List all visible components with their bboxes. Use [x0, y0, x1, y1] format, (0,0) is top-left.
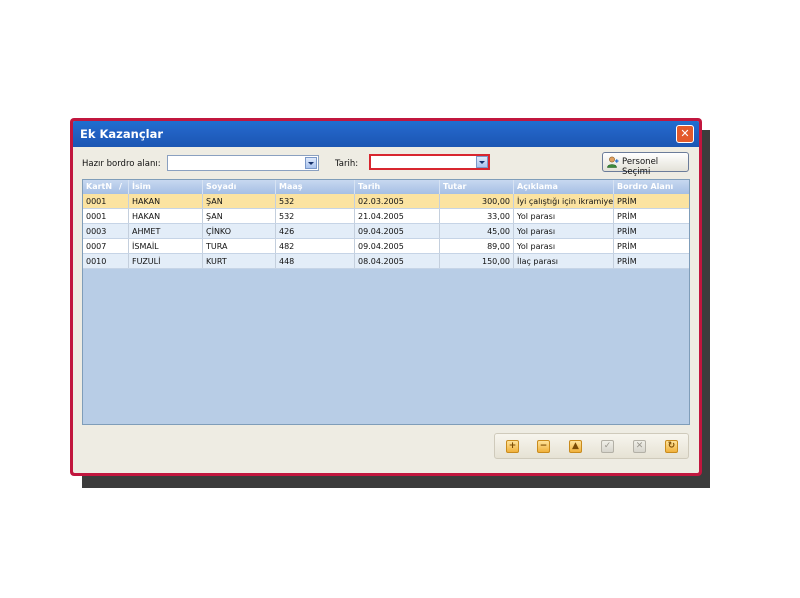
cell-maas: 482	[276, 239, 355, 253]
cell-soyadi: ŞAN	[203, 194, 276, 208]
column-header-label: KartN	[86, 182, 113, 191]
cell-tutar: 33,00	[440, 209, 514, 223]
tarih-combobox[interactable]	[369, 154, 490, 170]
cell-isim: HAKAN	[129, 209, 203, 223]
cell-aciklama: İyi çalıştığı için ikramiye	[514, 194, 614, 208]
chevron-down-icon[interactable]	[476, 156, 488, 168]
cell-soyadi: TURA	[203, 239, 276, 253]
grid-header: KartN / İsim Soyadı Maaş Tarih Tutar Açı…	[83, 180, 689, 194]
cell-maas: 532	[276, 194, 355, 208]
cell-kartn: 0010	[83, 254, 129, 268]
table-row[interactable]: 0007 İSMAİL TURA 482 09.04.2005 89,00 Yo…	[83, 239, 689, 254]
cell-bordro-alani: PRİM	[617, 242, 637, 251]
cell-kartn: 0001	[83, 209, 129, 223]
add-record-button[interactable]: +	[506, 440, 519, 453]
cell-soyadi: KURT	[203, 254, 276, 268]
column-header-tutar[interactable]: Tutar	[440, 180, 514, 194]
column-header-bordro-alani[interactable]: Bordro Alanı	[614, 180, 689, 194]
cell-tarih: 09.04.2005	[355, 239, 440, 253]
cell-aciklama: Yol parası	[514, 239, 614, 253]
cancel-record-button[interactable]: ✕	[633, 440, 646, 453]
personel-secimi-label: Personel Seçimi	[622, 157, 659, 177]
column-header-isim[interactable]: İsim	[129, 180, 203, 194]
cell-tutar: 45,00	[440, 224, 514, 238]
bordro-alani-combobox[interactable]	[167, 155, 319, 171]
cell-kartn: 0003	[83, 224, 129, 238]
column-header-kartn[interactable]: KartN /	[83, 180, 129, 194]
post-record-button[interactable]: ✓	[601, 440, 614, 453]
cell-tarih: 21.04.2005	[355, 209, 440, 223]
cell-bordro-alani: PRİM	[617, 197, 637, 206]
cell-maas: 532	[276, 209, 355, 223]
person-icon	[607, 156, 619, 168]
bordro-alani-label: Hazır bordro alanı:	[82, 159, 161, 169]
table-row[interactable]: 0003 AHMET ÇİNKO 426 09.04.2005 45,00 Yo…	[83, 224, 689, 239]
window-title: Ek Kazançlar	[80, 127, 164, 141]
edit-record-button[interactable]: ▲	[569, 440, 582, 453]
cell-kartn: 0007	[83, 239, 129, 253]
window-body: Ek Kazançlar ✕ Hazır bordro alanı: Tarih…	[73, 121, 699, 473]
cell-isim: İSMAİL	[129, 239, 203, 253]
cell-tarih: 08.04.2005	[355, 254, 440, 268]
cell-tutar: 150,00	[440, 254, 514, 268]
cell-isim: HAKAN	[129, 194, 203, 208]
ek-kazanclar-window: Ek Kazançlar ✕ Hazır bordro alanı: Tarih…	[70, 118, 702, 476]
record-navigator: + − ▲ ✓ ✕ ↻	[494, 433, 689, 459]
cell-soyadi: ÇİNKO	[203, 224, 276, 238]
title-bar[interactable]: Ek Kazançlar ✕	[73, 121, 699, 147]
tarih-label: Tarih:	[335, 159, 359, 169]
cell-tutar: 300,00	[440, 194, 514, 208]
cell-aciklama: Yol parası	[514, 224, 614, 238]
cell-maas: 426	[276, 224, 355, 238]
delete-record-button[interactable]: −	[537, 440, 550, 453]
column-header-soyadi[interactable]: Soyadı	[203, 180, 276, 194]
personel-secimi-button[interactable]: Personel Seçimi	[602, 152, 689, 177]
chevron-down-icon[interactable]	[305, 157, 317, 169]
table-row[interactable]: 0001 HAKAN ŞAN 532 21.04.2005 33,00 Yol …	[83, 209, 689, 224]
table-row[interactable]: 0010 FUZULİ KURT 448 08.04.2005 150,00 İ…	[83, 254, 689, 269]
cell-isim: AHMET	[129, 224, 203, 238]
cell-kartn: 0001	[83, 194, 129, 208]
cell-bordro-alani: PRİM	[617, 212, 637, 221]
table-row[interactable]: 0001 HAKAN ŞAN 532 02.03.2005 300,00 İyi…	[83, 194, 689, 209]
cell-tutar: 89,00	[440, 239, 514, 253]
cell-maas: 448	[276, 254, 355, 268]
cell-aciklama: Yol parası	[514, 209, 614, 223]
cell-isim: FUZULİ	[129, 254, 203, 268]
column-header-aciklama[interactable]: Açıklama	[514, 180, 614, 194]
refresh-record-button[interactable]: ↻	[665, 440, 678, 453]
close-icon[interactable]: ✕	[676, 125, 694, 143]
cell-tarih: 09.04.2005	[355, 224, 440, 238]
cell-soyadi: ŞAN	[203, 209, 276, 223]
column-header-maas[interactable]: Maaş	[276, 180, 355, 194]
cell-tarih: 02.03.2005	[355, 194, 440, 208]
sort-arrow-icon: /	[119, 182, 122, 191]
column-header-tarih[interactable]: Tarih	[355, 180, 440, 194]
cell-bordro-alani: PRİM	[617, 257, 637, 266]
cell-bordro-alani: PRİM	[617, 227, 637, 236]
earnings-grid[interactable]: KartN / İsim Soyadı Maaş Tarih Tutar Açı…	[82, 179, 690, 425]
cell-aciklama: İlaç parası	[514, 254, 614, 268]
